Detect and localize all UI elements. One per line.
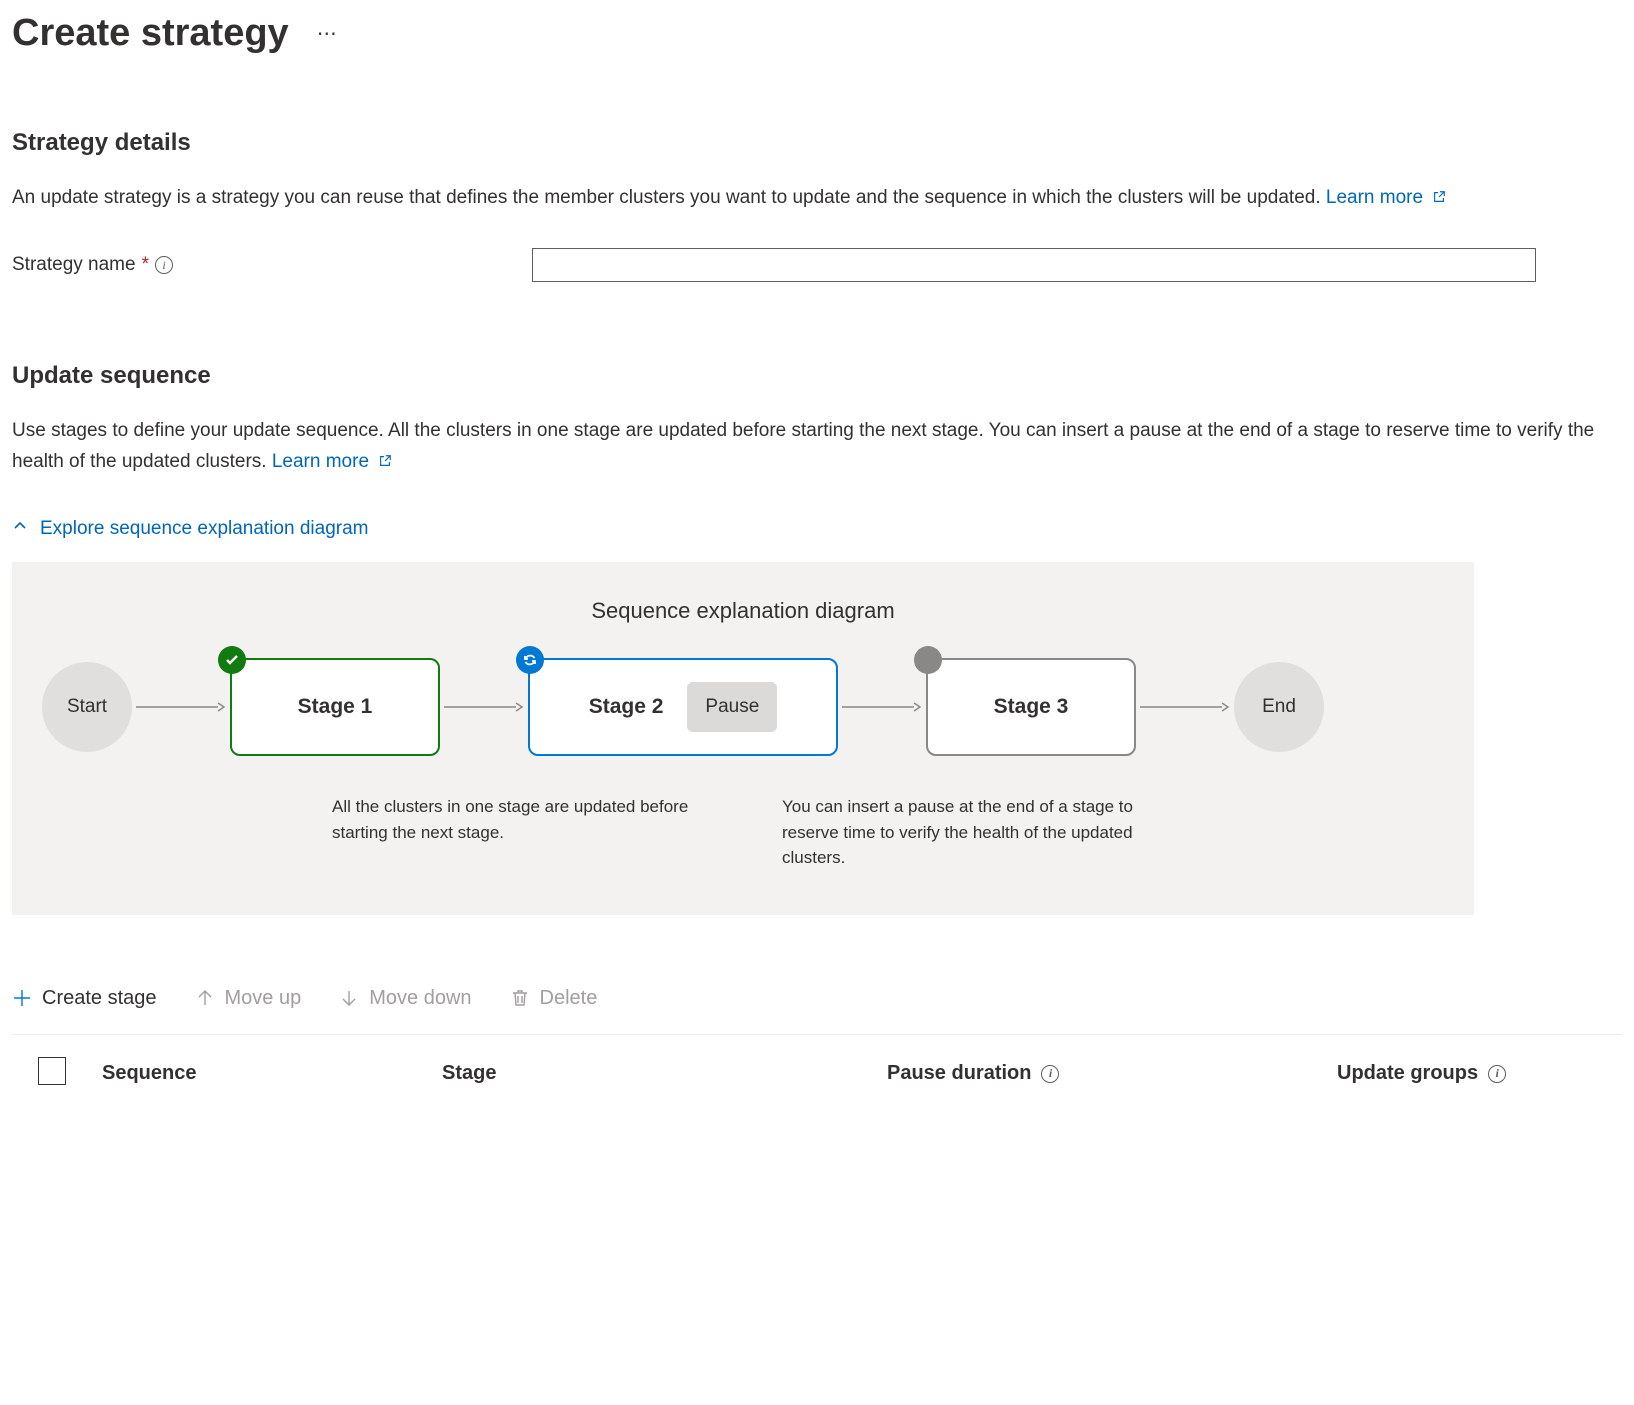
pause-badge: Pause — [687, 682, 777, 732]
create-stage-label: Create stage — [42, 987, 157, 1010]
pending-icon — [914, 646, 942, 674]
explore-diagram-toggle[interactable]: Explore sequence explanation diagram — [12, 518, 369, 540]
col-sequence[interactable]: Sequence — [102, 1062, 442, 1085]
diagram-stage-2: Stage 2 Pause — [528, 658, 838, 756]
trash-icon — [510, 988, 530, 1008]
stage-3-label: Stage 3 — [994, 695, 1069, 719]
arrow-icon — [838, 700, 926, 714]
arrow-icon — [440, 700, 528, 714]
arrow-up-icon — [195, 988, 215, 1008]
update-sequence-description: Use stages to define your update sequenc… — [12, 416, 1622, 478]
required-asterisk: * — [142, 254, 149, 276]
move-down-label: Move down — [369, 987, 471, 1010]
diagram-caption-2: You can insert a pause at the end of a s… — [782, 794, 1192, 871]
diagram-end-node: End — [1234, 662, 1324, 752]
create-stage-button[interactable]: Create stage — [12, 987, 157, 1010]
col-pause-label: Pause duration — [887, 1062, 1031, 1085]
stage-table-header: Sequence Stage Pause duration i Update g… — [12, 1034, 1622, 1105]
external-link-icon — [378, 448, 392, 478]
learn-more-label: Learn more — [1326, 187, 1423, 208]
strategy-details-heading: Strategy details — [12, 129, 1622, 157]
info-icon[interactable]: i — [1488, 1065, 1506, 1083]
plus-icon — [12, 988, 32, 1008]
select-all-checkbox[interactable] — [38, 1057, 66, 1085]
diagram-caption-1: All the clusters in one stage are update… — [332, 794, 722, 871]
col-stage[interactable]: Stage — [442, 1062, 887, 1085]
check-icon — [218, 646, 246, 674]
arrow-icon — [132, 700, 230, 714]
strategy-name-label: Strategy name * i — [12, 254, 532, 276]
diagram-stage-1: Stage 1 — [230, 658, 440, 756]
strategy-name-input[interactable] — [532, 248, 1536, 282]
col-pause-duration[interactable]: Pause duration i — [887, 1062, 1337, 1085]
more-icon[interactable]: ⋯ — [317, 21, 337, 46]
stage-1-label: Stage 1 — [298, 695, 373, 719]
move-up-label: Move up — [225, 987, 302, 1010]
update-sequence-text: Use stages to define your update sequenc… — [12, 420, 1594, 471]
external-link-icon — [1432, 184, 1446, 214]
arrow-down-icon — [339, 988, 359, 1008]
diagram-title: Sequence explanation diagram — [42, 598, 1444, 624]
learn-more-link[interactable]: Learn more — [1326, 187, 1446, 208]
learn-more-link[interactable]: Learn more — [272, 451, 392, 472]
info-icon[interactable]: i — [155, 256, 173, 274]
diagram-start-node: Start — [42, 662, 132, 752]
move-down-button[interactable]: Move down — [339, 987, 471, 1010]
delete-button[interactable]: Delete — [510, 987, 598, 1010]
arrow-icon — [1136, 700, 1234, 714]
page-title: Create strategy — [12, 12, 289, 55]
explore-diagram-label: Explore sequence explanation diagram — [40, 518, 369, 540]
stage-2-label: Stage 2 — [589, 695, 664, 719]
strategy-name-label-text: Strategy name — [12, 254, 136, 276]
col-groups-label: Update groups — [1337, 1062, 1478, 1085]
move-up-button[interactable]: Move up — [195, 987, 302, 1010]
sync-icon — [516, 646, 544, 674]
update-sequence-heading: Update sequence — [12, 362, 1622, 390]
chevron-up-icon — [12, 518, 28, 540]
sequence-diagram-panel: Sequence explanation diagram Start Stage… — [12, 562, 1474, 915]
strategy-details-text: An update strategy is a strategy you can… — [12, 187, 1321, 208]
delete-label: Delete — [540, 987, 598, 1010]
col-update-groups[interactable]: Update groups i — [1337, 1062, 1622, 1085]
diagram-stage-3: Stage 3 — [926, 658, 1136, 756]
learn-more-label: Learn more — [272, 451, 369, 472]
strategy-details-description: An update strategy is a strategy you can… — [12, 183, 1622, 214]
info-icon[interactable]: i — [1041, 1065, 1059, 1083]
